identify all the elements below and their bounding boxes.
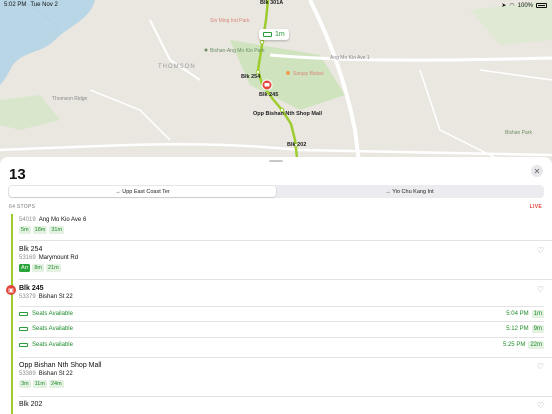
eta-chip: 8m bbox=[32, 264, 44, 272]
map-park-label: Bishan Park bbox=[505, 130, 532, 136]
list-item[interactable]: 54019 Ang Mo Kio Ave 6 5m 18m 31m bbox=[19, 215, 544, 234]
eta-chip: 31m bbox=[49, 226, 65, 234]
stop-code: 53379 bbox=[19, 294, 36, 300]
live-badge: LIVE bbox=[529, 204, 542, 210]
favorite-heart-icon[interactable]: ♡ bbox=[537, 401, 544, 410]
battery-percent: 100% bbox=[517, 2, 533, 9]
wifi-icon: ◠ bbox=[509, 3, 515, 9]
eta-chip-arriving: Arr bbox=[19, 264, 31, 272]
list-item[interactable]: Blk 254 53169 Marymount Rd Arr 8m 21m ♡ bbox=[19, 240, 552, 272]
arrival-eta: 1m bbox=[531, 310, 544, 318]
stops-count: 64 STOPS bbox=[9, 204, 36, 210]
eta-chip: 5m bbox=[19, 226, 31, 234]
favorite-heart-icon[interactable]: ♡ bbox=[537, 362, 544, 371]
map-stop-label[interactable]: Blk 254 bbox=[241, 74, 260, 80]
arrival-time: 5:12 PM bbox=[506, 326, 529, 332]
battery-icon bbox=[536, 3, 547, 8]
favorite-heart-icon[interactable]: ♡ bbox=[537, 285, 544, 294]
route-number: 13 bbox=[9, 166, 26, 183]
stop-road: Bishan St 22 bbox=[38, 294, 73, 300]
status-time: 5:02 PM bbox=[4, 2, 27, 8]
direction-tab-upp-east-coast[interactable]: → Upp East Coast Ter bbox=[9, 186, 276, 197]
stop-name: Blk 245 bbox=[19, 285, 44, 292]
arrival-row[interactable]: Seats Available 5:04 PM 1m bbox=[19, 306, 544, 321]
bus-icon bbox=[263, 32, 272, 37]
map-area-label: THOMSON bbox=[158, 64, 196, 70]
map-stop-label-selected[interactable]: Blk 245 bbox=[259, 92, 278, 98]
map-eta-label: 1m bbox=[275, 31, 285, 38]
list-item[interactable]: Blk 202 ♡ bbox=[19, 396, 552, 410]
direction-tab-yio-chu-kang[interactable]: → Yio Chu Kang Int bbox=[276, 186, 543, 197]
route-timeline bbox=[11, 214, 13, 414]
arrival-eta: 22m bbox=[528, 341, 544, 349]
map-canvas bbox=[0, 0, 552, 170]
eta-chip: 21m bbox=[45, 264, 61, 272]
list-item[interactable]: Opp Bishan Nth Shop Mall 53389 Bishan St… bbox=[19, 357, 552, 388]
stop-road: Ang Mo Kio Ave 6 bbox=[38, 217, 87, 223]
status-date: Tue Nov 2 bbox=[30, 2, 58, 8]
bus-icon bbox=[19, 311, 28, 317]
stop-code: 53169 bbox=[19, 255, 36, 261]
arrival-row[interactable]: Seats Available 5:25 PM 22m bbox=[19, 337, 544, 352]
eta-chip: 18m bbox=[32, 226, 48, 234]
sheet-grabber[interactable] bbox=[269, 160, 283, 162]
selected-stop-pin-icon: ▣ bbox=[6, 285, 16, 295]
map-stop-label[interactable]: Opp Bishan Nth Shop Mall bbox=[253, 111, 322, 117]
stop-road: Bishan St 22 bbox=[38, 371, 73, 377]
bus-icon bbox=[19, 326, 28, 332]
route-sheet[interactable]: 13 ✕ → Upp East Coast Ter → Yio Chu Kang… bbox=[0, 157, 552, 414]
location-arrow-icon: ➤ bbox=[501, 3, 507, 9]
stop-code: 54019 bbox=[19, 217, 36, 223]
map-eta-chip[interactable]: 1m bbox=[259, 29, 289, 40]
seat-status: Seats Available bbox=[32, 326, 73, 332]
stop-name: Blk 254 bbox=[19, 246, 43, 253]
eta-chip: 11m bbox=[32, 380, 47, 388]
stop-name: Opp Bishan Nth Shop Mall bbox=[19, 362, 102, 369]
map-place-label: Thomson Ridge bbox=[52, 96, 88, 102]
seat-status: Seats Available bbox=[32, 342, 73, 348]
favorite-heart-icon[interactable]: ♡ bbox=[537, 246, 544, 255]
eta-chip: 3m bbox=[19, 380, 31, 388]
map-stop-label[interactable]: Blk 202 bbox=[287, 142, 306, 148]
close-icon: ✕ bbox=[533, 166, 541, 176]
map-park-label: Bishan-Ang Mo Kio Park bbox=[210, 48, 265, 54]
arrival-row[interactable]: Seats Available 5:12 PM 9m bbox=[19, 321, 544, 336]
close-button[interactable]: ✕ bbox=[531, 165, 543, 177]
arrival-time: 5:25 PM bbox=[502, 342, 526, 348]
map-place-label: Sin Ming Ind Park bbox=[210, 18, 250, 24]
seat-status: Seats Available bbox=[32, 311, 73, 317]
list-item-selected[interactable]: ▣ Blk 245 53379 Bishan St 22 ♡ bbox=[6, 279, 552, 300]
bus-icon bbox=[19, 342, 28, 348]
map-poi-label: Sanjay Bistari bbox=[293, 71, 324, 77]
stop-road: Marymount Rd bbox=[38, 255, 79, 261]
map-road-label: Ang Mo Kio Ave 1 bbox=[330, 55, 370, 61]
status-bar: 5:02 PM Tue Nov 2 ➤ ◠ 100% bbox=[0, 0, 552, 10]
arrival-time: 5:04 PM bbox=[506, 311, 529, 317]
stop-code: 53389 bbox=[19, 371, 36, 377]
arrival-eta: 9m bbox=[531, 325, 544, 333]
map-view[interactable]: THOMSON Sin Ming Ind Park Bishan-Ang Mo … bbox=[0, 0, 552, 170]
direction-segmented-control[interactable]: → Upp East Coast Ter → Yio Chu Kang Int bbox=[8, 185, 544, 198]
stop-name: Blk 202 bbox=[19, 401, 43, 408]
eta-chip: 24m bbox=[48, 380, 64, 388]
